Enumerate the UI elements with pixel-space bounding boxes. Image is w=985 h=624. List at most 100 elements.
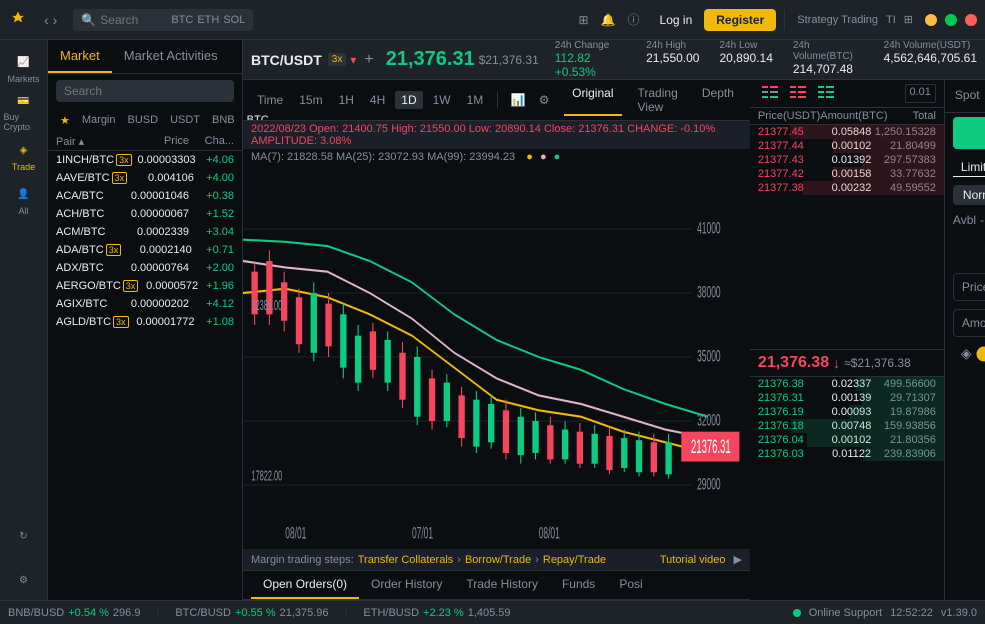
strategy-trading-label[interactable]: Strategy Trading xyxy=(793,14,882,26)
svg-text:08/01: 08/01 xyxy=(539,523,560,542)
ob-tab-sell[interactable] xyxy=(786,84,810,103)
buy-order-row[interactable]: 21376.19 0.00093 19.87986 xyxy=(750,405,944,419)
pair-change: +2.00 xyxy=(189,262,234,274)
amount-range-slider[interactable] xyxy=(976,346,985,362)
buy-button[interactable]: BUY xyxy=(953,117,985,149)
toolbar-4h[interactable]: 4H xyxy=(364,91,391,109)
tab-trade-history[interactable]: Trade History xyxy=(454,571,550,599)
filter-busd[interactable]: BUSD xyxy=(124,112,163,129)
bell-icon[interactable]: 🔔 xyxy=(601,13,616,27)
tab-open-orders[interactable]: Open Orders(0) xyxy=(251,571,359,599)
minimize-button[interactable] xyxy=(925,14,937,26)
search-bar[interactable]: 🔍 BTC ETH SOL xyxy=(73,9,253,31)
candle-chart-btn[interactable]: 📊 xyxy=(506,88,530,112)
pair-change: +1.52 xyxy=(189,208,234,220)
price-input-row[interactable]: Price USDT xyxy=(953,273,985,301)
close-button[interactable] xyxy=(965,14,977,26)
settings-btn[interactable]: ⚙ xyxy=(532,88,556,112)
sb-eth-price: 1,405.59 xyxy=(468,607,511,619)
amount-input-row[interactable]: Amount BTC xyxy=(953,309,985,337)
tab-original[interactable]: Original xyxy=(564,84,621,116)
add-to-watchlist[interactable]: + xyxy=(364,51,373,69)
chart-view-tabs: Original Trading View Depth xyxy=(564,84,742,116)
binance-logo[interactable] xyxy=(0,2,36,38)
market-row[interactable]: ADX/BTC 0.00000764 +2.00 xyxy=(48,259,242,277)
sidebar-item-community[interactable]: 👤 All xyxy=(4,180,44,220)
market-row[interactable]: 1INCH/BTC3x 0.00003303 +4.06 xyxy=(48,151,242,169)
ot-limit[interactable]: Limit xyxy=(953,158,985,177)
eth-filter[interactable]: ETH xyxy=(197,14,219,26)
sell-order-row[interactable]: 21377.45 0.05848 1,250.15328 xyxy=(750,125,944,139)
market-row[interactable]: AAVE/BTC3x 0.004106 +4.00 xyxy=(48,169,242,187)
ob-tab-buy[interactable] xyxy=(814,84,838,103)
tutorial-video-link[interactable]: Tutorial video xyxy=(660,554,726,566)
tab-trading-view[interactable]: Trading View xyxy=(630,84,686,116)
forward-arrow[interactable]: › xyxy=(53,12,58,28)
repay-trade-link[interactable]: Repay/Trade xyxy=(543,554,606,566)
sol-filter[interactable]: SOL xyxy=(223,14,245,26)
buy-order-row[interactable]: 21376.38 0.02337 499.56600 xyxy=(750,377,944,391)
market-row[interactable]: ADA/BTC3x 0.0002140 +0.71 xyxy=(48,241,242,259)
online-support-label[interactable]: Online Support xyxy=(809,607,882,619)
tutorial-icon: ▶ xyxy=(733,553,741,566)
grid-icon[interactable]: ⊞ xyxy=(579,13,589,27)
register-button[interactable]: Register xyxy=(704,9,776,31)
stat-24h-low: 24h Low 20,890.14 xyxy=(719,40,772,79)
toolbar-time[interactable]: Time xyxy=(251,91,289,109)
ob-tab-all[interactable] xyxy=(758,84,782,103)
toolbar-1h[interactable]: 1H xyxy=(333,91,360,109)
tab-posi[interactable]: Posi xyxy=(607,571,654,599)
filter-margin[interactable]: Margin xyxy=(78,112,120,129)
market-row[interactable]: AGIX/BTC 0.00000202 +4.12 xyxy=(48,295,242,313)
borrow-trade-link[interactable]: Borrow/Trade xyxy=(465,554,531,566)
buy-order-row[interactable]: 21376.03 0.01122 239.83906 xyxy=(750,447,944,461)
btc-filter[interactable]: BTC xyxy=(171,14,193,26)
sell-order-row[interactable]: 21377.43 0.01392 297.57383 xyxy=(750,153,944,167)
buy-order-row[interactable]: 21376.31 0.00139 29.71307 xyxy=(750,391,944,405)
filter-bnb[interactable]: BNB xyxy=(208,112,239,129)
toolbar-1w[interactable]: 1W xyxy=(427,91,457,109)
buy-order-row[interactable]: 21376.18 0.00748 159.93856 xyxy=(750,419,944,433)
toolbar-1d[interactable]: 1D xyxy=(395,91,422,109)
tab-funds[interactable]: Funds xyxy=(550,571,607,599)
filter-usdt[interactable]: USDT xyxy=(166,112,204,129)
market-row[interactable]: AERGO/BTC3x 0.0000572 +1.96 xyxy=(48,277,242,295)
ob-precision-selector[interactable]: 0.01 xyxy=(905,84,936,103)
sidebar-item-markets[interactable]: 📈 Markets xyxy=(4,48,44,88)
market-row[interactable]: ACM/BTC 0.0002339 +3.04 xyxy=(48,223,242,241)
sell-order-row[interactable]: 21377.42 0.00158 33.77632 xyxy=(750,167,944,181)
filter-star[interactable]: ★ xyxy=(56,112,74,129)
market-search[interactable] xyxy=(48,74,242,108)
tt-spot[interactable]: Spot xyxy=(945,80,985,112)
sidebar-item-trade[interactable]: ◈ Trade xyxy=(4,136,44,176)
sell-order-row[interactable]: 21377.44 0.00102 21.80499 xyxy=(750,139,944,153)
market-tab-activities[interactable]: Market Activities xyxy=(112,40,230,73)
market-row[interactable]: ACA/BTC 0.00001046 +0.38 xyxy=(48,187,242,205)
market-tab-market[interactable]: Market xyxy=(48,40,112,73)
sidebar-item-refresh[interactable]: ↻ xyxy=(4,516,44,556)
toolbar-1m[interactable]: 1M xyxy=(461,91,490,109)
extra-icon[interactable]: ⊞ xyxy=(900,13,917,26)
svg-text:07/01: 07/01 xyxy=(412,523,433,542)
status-separator-2: | xyxy=(345,607,348,619)
market-row[interactable]: ACH/BTC 0.00000067 +1.52 xyxy=(48,205,242,223)
tab-depth[interactable]: Depth xyxy=(694,84,742,116)
sidebar-item-settings[interactable]: ⚙ xyxy=(4,560,44,600)
sidebar-item-buy-crypto[interactable]: 💳 Buy Crypto xyxy=(4,92,44,132)
amount-slider-row[interactable]: ◈ xyxy=(953,345,985,362)
search-input[interactable] xyxy=(100,13,171,27)
sb-eth-symbol: ETH/BUSD xyxy=(363,607,419,619)
market-row[interactable]: AGLD/BTC3x 0.00001772 +1.08 xyxy=(48,313,242,331)
buy-order-row[interactable]: 21376.04 0.00102 21.80356 xyxy=(750,433,944,447)
sell-order-row[interactable]: 21377.38 0.00232 49.59552 xyxy=(750,181,944,195)
transfer-collaterals-link[interactable]: Transfer Collaterals xyxy=(358,554,454,566)
nbr-normal[interactable]: Normal xyxy=(953,185,985,205)
toolbar-15m[interactable]: 15m xyxy=(293,91,328,109)
market-search-input[interactable] xyxy=(56,80,234,102)
tab-order-history[interactable]: Order History xyxy=(359,571,454,599)
pair-arrow[interactable]: ▾ xyxy=(350,53,356,67)
login-button[interactable]: Log in xyxy=(648,9,705,31)
back-arrow[interactable]: ‹ xyxy=(44,12,49,28)
maximize-button[interactable] xyxy=(945,14,957,26)
svg-text:41000: 41000 xyxy=(697,218,720,237)
